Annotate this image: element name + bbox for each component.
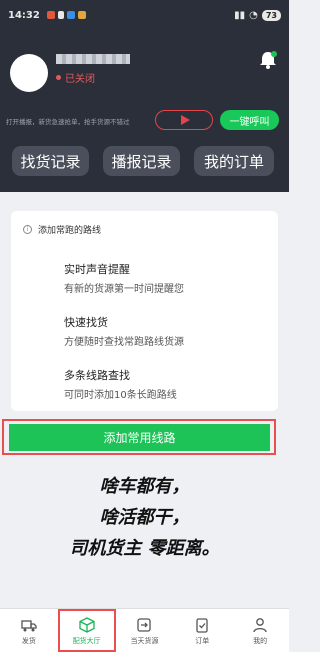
slogan-line: 啥车都有， [99,476,190,497]
app-icon [77,11,86,19]
bottom-tab-bar: 发货 配货大厅 当天货源 订单 我的 [0,608,289,652]
tab-orders[interactable]: 订单 [173,609,231,652]
feature-desc: 方便随时查找常跑路线货源 [64,337,184,348]
tab-label: 发货 [21,636,36,645]
avatar[interactable] [10,54,48,92]
package-icon [79,616,95,633]
clipboard-icon [196,617,208,633]
tab-label: 订单 [195,636,210,645]
tab-label: 当天货源 [130,636,159,645]
signal-icon: ▮▮ [234,9,246,21]
tab-today-cargo[interactable]: 当天货源 [116,609,174,652]
check-icon [57,11,64,19]
tab-label: 我的 [253,636,268,645]
card-heading: i 添加常跑的路线 [23,223,101,236]
message-icon [66,11,75,19]
broadcast-history-button[interactable]: 播报记录 [103,146,180,176]
listening-status: 已关闭 [56,70,95,85]
cargo-history-button[interactable]: 找货记录 [12,146,89,176]
status-text: 已关闭 [65,74,95,85]
status-dot [56,75,61,80]
slogan-line: 司机货主 零距离。 [69,538,220,559]
export-icon [137,617,152,632]
feature-title: 实时声音提醒 [64,263,130,276]
feature-title: 多条线路查找 [64,369,130,382]
bell-icon[interactable] [257,49,279,71]
add-route-button[interactable]: 添加常用线路 [9,424,270,451]
tab-mine[interactable]: 我的 [231,609,289,652]
route-promo-card: i 添加常跑的路线 实时声音提醒 有新的货源第一时间提醒您 快速找货 方便随时查… [11,211,278,411]
feature-item: 多条线路查找 可同时添加10条长跑路线 [64,367,177,401]
battery-indicator: 73 [261,9,281,21]
feature-title: 快速找货 [64,316,108,329]
broadcast-notice: 打开播报，新货急速抢单，抢手货源不错过 [6,118,130,126]
broadcast-play-button[interactable] [155,110,213,130]
feature-desc: 有新的货源第一时间提醒您 [64,284,184,295]
username-redacted [56,54,130,64]
card-heading-text: 添加常跑的路线 [38,226,102,236]
truck-icon [21,619,37,631]
my-orders-button[interactable]: 我的订单 [194,146,274,176]
tab-label: 配货大厅 [72,636,101,645]
status-bar: 14:32 ▮▮ ◔ 73 [0,0,289,30]
one-click-call-button[interactable]: 一键呼叫 [220,110,279,130]
tab-cargo-hall[interactable]: 配货大厅 [57,609,116,652]
feature-item: 实时声音提醒 有新的货源第一时间提醒您 [64,261,184,295]
status-time: 14:32 [8,9,40,21]
slogan-line: 啥活都干， [99,507,190,528]
feature-item: 快速找货 方便随时查找常跑路线货源 [64,314,184,348]
info-icon: i [23,225,32,234]
play-icon [180,115,190,125]
app-notification-icon [46,11,55,19]
tab-ship[interactable]: 发货 [0,609,58,652]
wifi-icon: ◔ [249,9,258,21]
feature-desc: 可同时添加10条长跑路线 [64,390,177,401]
person-icon [253,617,267,632]
